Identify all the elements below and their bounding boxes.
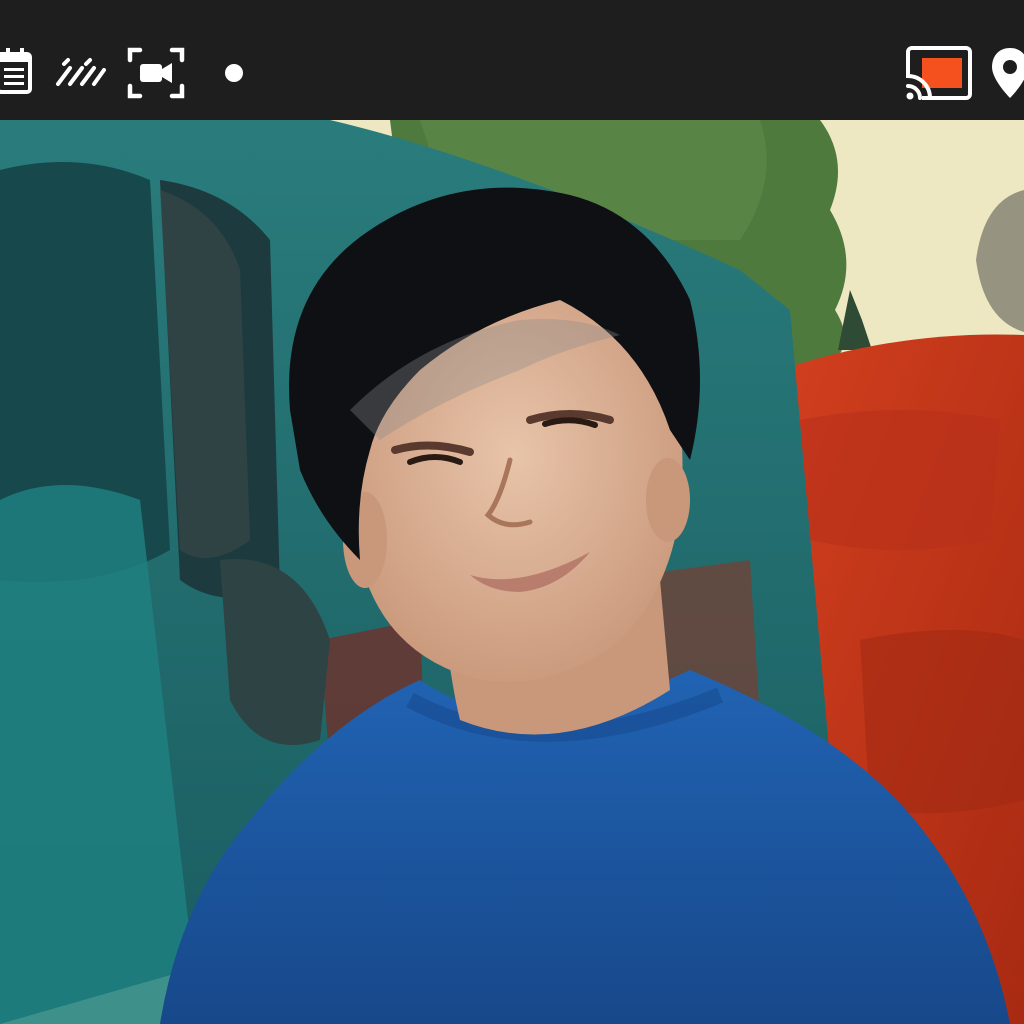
calendar-icon[interactable]: [0, 40, 34, 106]
location-pin-icon[interactable]: [990, 40, 1024, 106]
video-frame: [0, 120, 1024, 1024]
screen-record-icon[interactable]: [126, 40, 186, 106]
status-bar: [0, 0, 1024, 120]
notification-dot-icon: [225, 64, 243, 82]
weather-drizzle-icon[interactable]: [52, 40, 108, 106]
cast-icon[interactable]: [904, 40, 976, 106]
